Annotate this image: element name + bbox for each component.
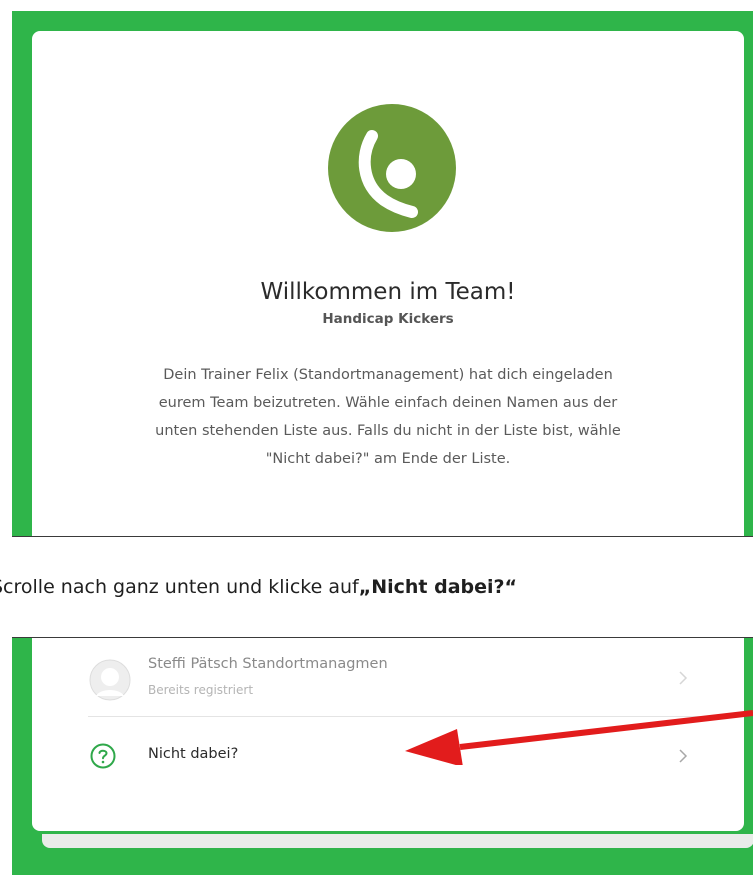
intro-line: "Nicht dabei?" am Ende der Liste. [265, 451, 511, 467]
intro-line: eurem Team beizutreten. Wähle einfach de… [158, 395, 618, 411]
team-logo-icon [328, 104, 456, 232]
intro-line: Dein Trainer Felix (Standortmanagement) … [163, 367, 613, 383]
member-name: Steffi Pätsch Standortmanagmen [148, 656, 388, 672]
member-status: Bereits registriert [148, 683, 254, 697]
team-name: Handicap Kickers [322, 311, 454, 327]
welcome-title: Willkommen im Team! [260, 279, 516, 305]
intro-line: unten stehenden Liste aus. Falls du nich… [155, 423, 621, 439]
instruction-text: Scrolle nach ganz unten und klicke auf „… [0, 576, 753, 598]
avatar-placeholder-icon [89, 659, 131, 701]
red-arrow-annotation [405, 710, 753, 765]
card-shadow [42, 834, 753, 848]
chevron-right-icon [679, 671, 688, 685]
welcome-screenshot: Willkommen im Team! Handicap Kickers Dei… [12, 11, 753, 537]
not-listed-label: Nicht dabei? [148, 746, 239, 762]
instruction-lead: Scrolle nach ganz unten und klicke auf [0, 576, 359, 598]
question-circle-icon [90, 743, 116, 769]
welcome-intro-text: Dein Trainer Felix (Standortmanagement) … [88, 361, 688, 473]
welcome-card: Willkommen im Team! Handicap Kickers Dei… [32, 31, 744, 536]
instruction-highlight: „Nicht dabei?“ [358, 576, 518, 598]
